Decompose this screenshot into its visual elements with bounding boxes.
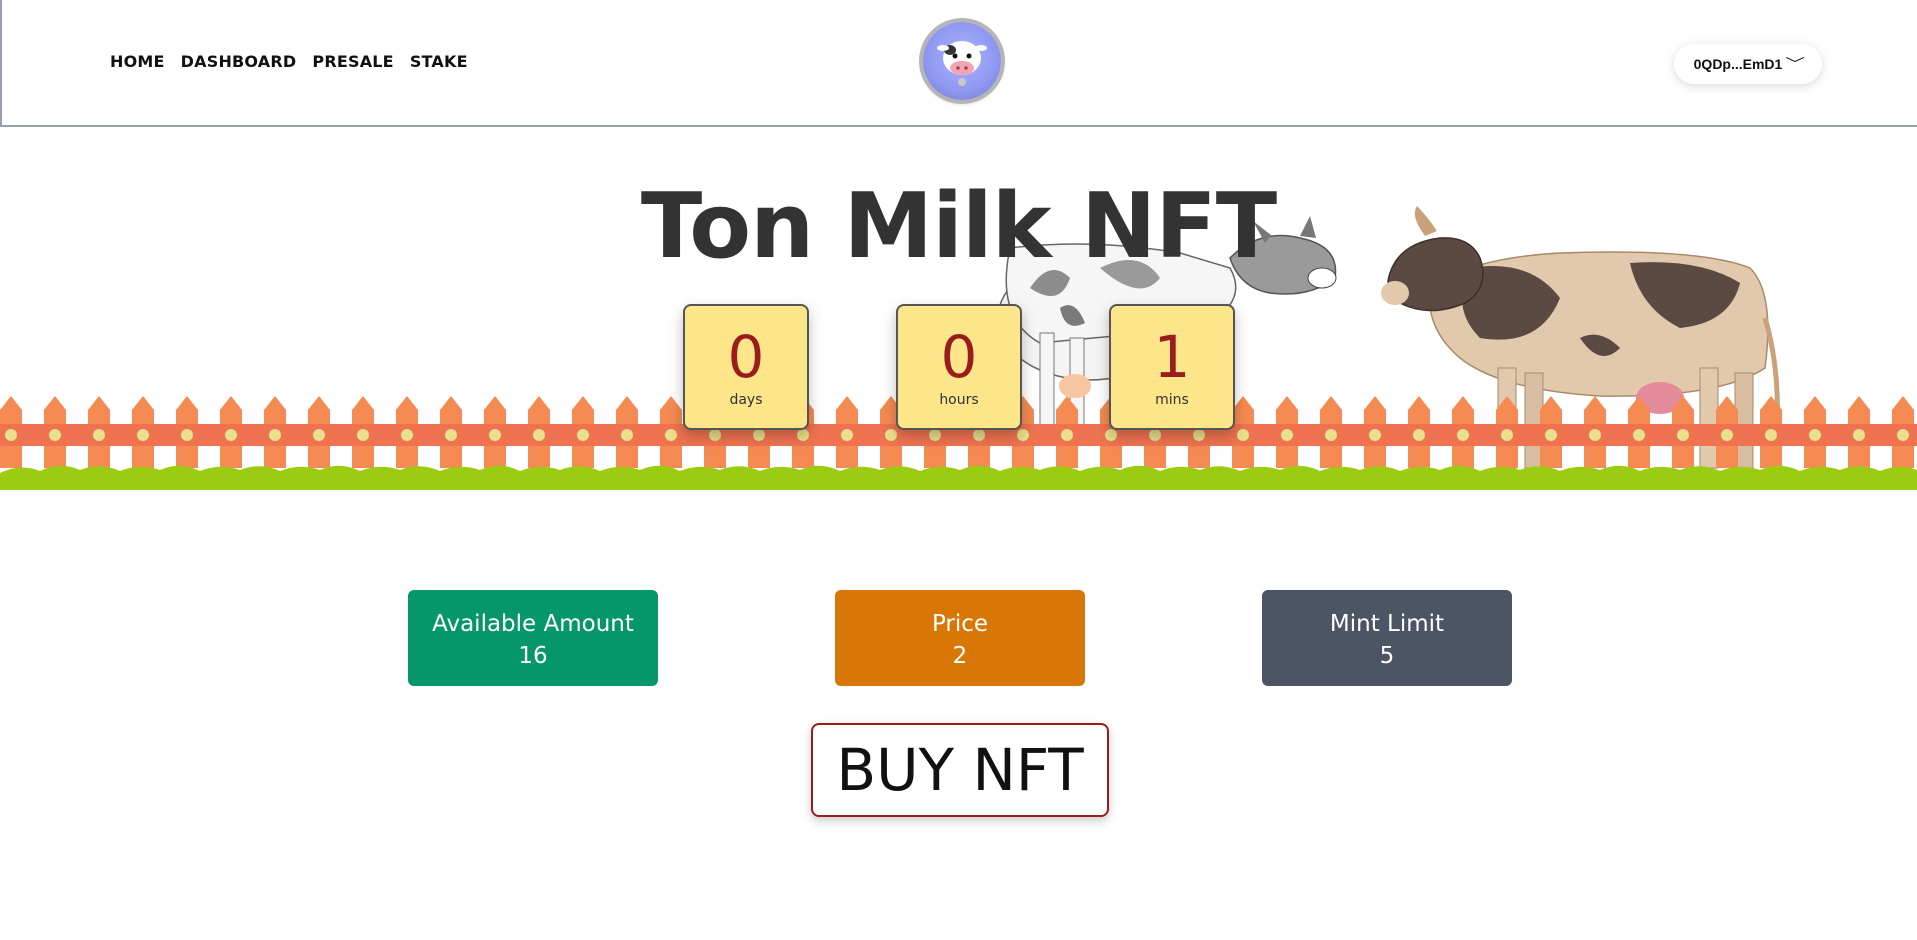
grass-strip (0, 465, 1917, 490)
countdown-mins-label: mins (1155, 392, 1189, 408)
fence-rail-dot (885, 429, 897, 441)
fence-rail-dot (489, 429, 501, 441)
fence-rail-dot (1633, 429, 1645, 441)
fence-rail-dot (137, 429, 149, 441)
fence-rail-dot (1325, 429, 1337, 441)
countdown-days: 0 days (683, 304, 809, 430)
fence-rail-dot (1677, 429, 1689, 441)
mint-limit-card: Mint Limit 5 (1262, 590, 1512, 686)
countdown-hours-label: hours (939, 392, 979, 408)
fence-rail-dot (973, 429, 985, 441)
wallet-button[interactable]: 0QDp...EmD1 ﹀ (1674, 44, 1822, 84)
mint-limit-value: 5 (1379, 643, 1395, 669)
countdown-days-value: 0 (727, 323, 765, 391)
fence-rail-dot (1149, 429, 1161, 441)
mint-limit-label: Mint Limit (1329, 611, 1445, 637)
price-label: Price (931, 611, 989, 637)
available-amount-label: Available Amount (432, 611, 634, 637)
main-nav: HOME DASHBOARD PRESALE STAKE (110, 52, 484, 71)
cow-logo-icon[interactable] (923, 22, 1001, 100)
countdown-hours-value: 0 (940, 323, 978, 391)
fence-rail-dot (1369, 429, 1381, 441)
fence-rail-dot (49, 429, 61, 441)
fence-rail-dot (1237, 429, 1249, 441)
fence-rail-dot (1809, 429, 1821, 441)
fence-rail-dot (665, 429, 677, 441)
chevron-down-icon: ﹀ (1785, 56, 1806, 72)
fence-rail-dot (1105, 429, 1117, 441)
fence-rail-dot (753, 429, 765, 441)
fence-rail-dot (533, 429, 545, 441)
countdown-mins-value: 1 (1153, 323, 1191, 391)
fence-rail-dot (93, 429, 105, 441)
price-card: Price 2 (835, 590, 1085, 686)
fence-rail-dot (1457, 429, 1469, 441)
available-amount-value: 16 (518, 643, 548, 669)
fence-rail-dot (797, 429, 809, 441)
countdown-days-label: days (729, 392, 763, 408)
fence-rail-dot (1017, 429, 1029, 441)
fence-rail-dot (269, 429, 281, 441)
fence-rail-dot (181, 429, 193, 441)
nav-home-link[interactable]: HOME (110, 52, 165, 71)
fence-rail-dot (1545, 429, 1557, 441)
countdown-mins: 1 mins (1109, 304, 1235, 430)
fence-rail-dot (357, 429, 369, 441)
site-header: HOME DASHBOARD PRESALE STAKE 0QDp...EmD1… (0, 0, 1917, 127)
fence-rail-dot (445, 429, 457, 441)
fence-rail-dot (1281, 429, 1293, 441)
nav-stake-link[interactable]: STAKE (410, 52, 468, 71)
fence-rail-dot (313, 429, 325, 441)
fence-rail-dot (1413, 429, 1425, 441)
fence-rail-dot (1721, 429, 1733, 441)
nav-presale-link[interactable]: PRESALE (312, 52, 393, 71)
fence-rail-dot (1589, 429, 1601, 441)
fence-rail-dot (1897, 429, 1909, 441)
fence-rail-dot (1193, 429, 1205, 441)
fence-rail-dot (1061, 429, 1073, 441)
hero-section: Ton Milk NFT 0 days 0 hours 1 mins (0, 128, 1917, 490)
fence-rail-dot (621, 429, 633, 441)
fence-rail-dot (1853, 429, 1865, 441)
countdown-hours: 0 hours (896, 304, 1022, 430)
nav-dashboard-link[interactable]: DASHBOARD (181, 52, 297, 71)
fence-rail-dot (5, 429, 17, 441)
fence-rail-dot (709, 429, 721, 441)
wallet-address: 0QDp...EmD1 (1693, 56, 1783, 72)
fence-rail-dot (401, 429, 413, 441)
cow-face-icon (937, 41, 987, 86)
buy-nft-button[interactable]: BUY NFT (811, 723, 1109, 817)
fence-rail-dot (929, 429, 941, 441)
page-title: Ton Milk NFT (640, 174, 1277, 279)
price-value: 2 (952, 643, 968, 669)
fence-rail-dot (577, 429, 589, 441)
fence-rail-dot (1765, 429, 1777, 441)
available-amount-card: Available Amount 16 (408, 590, 658, 686)
fence-rail-dot (841, 429, 853, 441)
fence-rail-dot (225, 429, 237, 441)
fence-rail-dot (1501, 429, 1513, 441)
